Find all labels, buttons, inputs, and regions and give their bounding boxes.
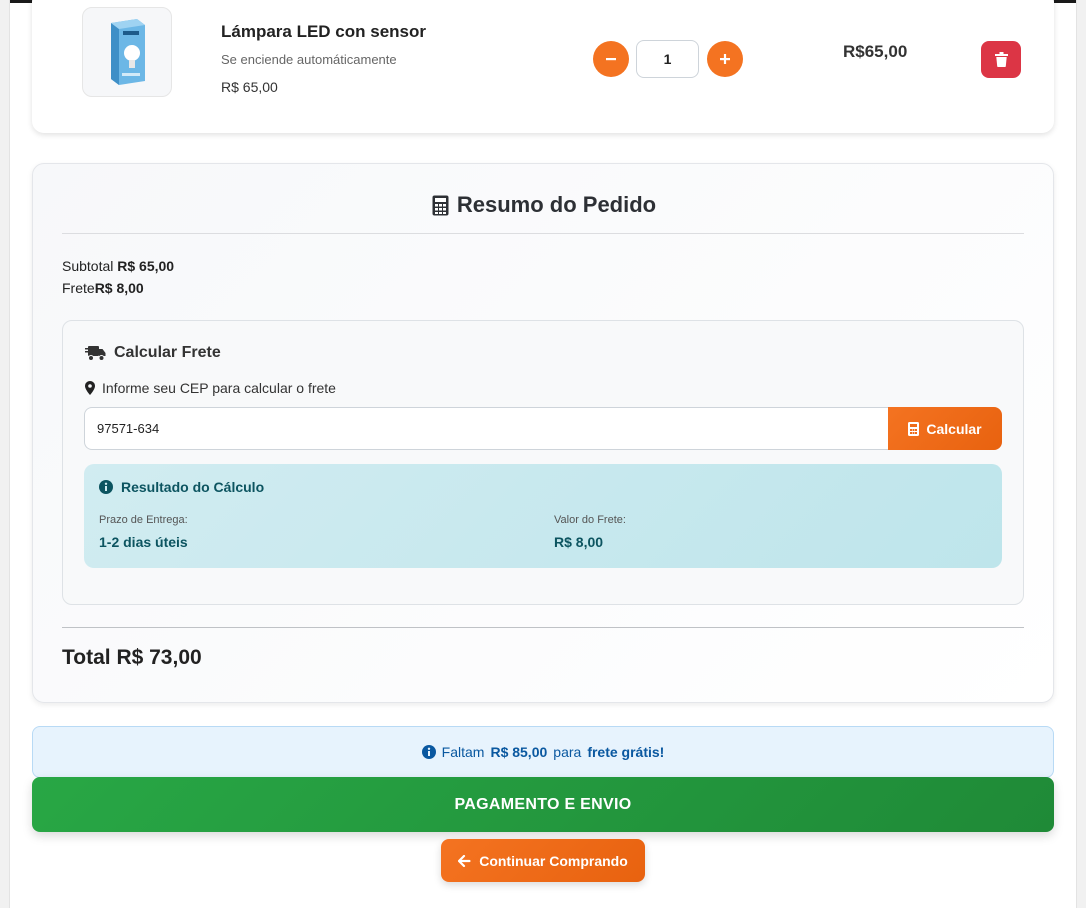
calculator-icon <box>908 421 920 436</box>
shipping-result-heading: Resultado do Cálculo <box>99 479 264 495</box>
info-circle-icon <box>99 480 113 494</box>
shipping-result: Resultado do Cálculo Prazo de Entrega: 1… <box>84 464 1002 568</box>
subtotal-value: R$ 65,00 <box>117 258 175 274</box>
increase-quantity-button[interactable] <box>707 41 743 77</box>
calculator-icon <box>432 195 449 215</box>
cep-hint-text: Informe seu CEP para calcular o frete <box>102 380 336 396</box>
subtotal-label: Subtotal <box>62 258 114 274</box>
continue-shopping-label: Continuar Comprando <box>479 852 628 869</box>
product-name: Lámpara LED con sensor <box>221 22 427 41</box>
frete-line: FreteR$ 8,00 <box>62 280 144 296</box>
free-shipping-middle: para <box>553 744 582 760</box>
frete-value: R$ 8,00 <box>94 280 144 296</box>
checkout-button[interactable]: PAGAMENTO E ENVIO <box>32 777 1054 832</box>
order-summary-card: Resumo do Pedido Subtotal R$ 65,00 Frete… <box>32 163 1054 703</box>
calculate-shipping-button[interactable]: Calcular <box>888 407 1002 450</box>
cep-hint: Informe seu CEP para calcular o frete <box>85 380 336 396</box>
delivery-time-value: 1-2 dias úteis <box>99 534 188 550</box>
total-divider <box>62 627 1024 628</box>
product-line-total: R$65,00 <box>843 42 908 61</box>
quantity-input[interactable] <box>636 40 699 78</box>
minus-icon <box>606 58 616 61</box>
led-bulb-box-image <box>111 19 145 85</box>
free-shipping-prefix: Faltam <box>441 744 485 760</box>
trash-icon <box>994 52 1008 67</box>
order-summary-heading: Resumo do Pedido <box>33 192 1055 218</box>
frete-label: Frete <box>62 280 95 296</box>
shipping-cost-value: R$ 8,00 <box>554 534 604 550</box>
map-pin-icon <box>85 381 95 395</box>
cart-item-card: Lámpara LED con sensor Se enciende autom… <box>32 0 1054 133</box>
product-unit-price: R$ 65,00 <box>221 79 278 95</box>
total-value: R$ 73,00 <box>116 646 202 669</box>
free-shipping-notice: Faltam R$ 85,00 para frete grátis! <box>32 726 1054 778</box>
shipping-truck-icon <box>85 346 106 361</box>
order-total: Total R$ 73,00 <box>62 646 202 670</box>
product-thumbnail[interactable] <box>82 7 172 97</box>
plus-icon <box>720 54 730 64</box>
arrow-left-icon <box>458 854 471 867</box>
delivery-time-label: Prazo de Entrega: <box>99 514 188 526</box>
order-summary-title: Resumo do Pedido <box>456 192 657 217</box>
right-scroll-gutter <box>1076 0 1086 908</box>
summary-divider <box>62 233 1024 234</box>
calculate-shipping-label: Calcular <box>926 420 982 437</box>
free-shipping-target: frete grátis! <box>587 744 665 760</box>
free-shipping-amount: R$ 85,00 <box>490 744 548 760</box>
shipping-calculator-heading: Calcular Frete <box>85 344 221 362</box>
shipping-calculator-title: Calcular Frete <box>114 344 221 361</box>
subtotal-line: Subtotal R$ 65,00 <box>62 258 174 274</box>
shipping-calculator: Calcular Frete Informe seu CEP para calc… <box>62 320 1024 605</box>
remove-item-button[interactable] <box>981 41 1021 78</box>
cep-input[interactable] <box>84 407 890 450</box>
decrease-quantity-button[interactable] <box>593 41 629 77</box>
left-scroll-gutter <box>0 0 10 908</box>
product-description: Se enciende automáticamente <box>221 52 397 67</box>
info-circle-icon <box>421 745 436 759</box>
continue-shopping-button[interactable]: Continuar Comprando <box>441 839 645 882</box>
shipping-result-title: Resultado do Cálculo <box>121 479 265 495</box>
total-label: Total <box>62 646 111 669</box>
shipping-cost-label: Valor do Frete: <box>554 514 626 526</box>
